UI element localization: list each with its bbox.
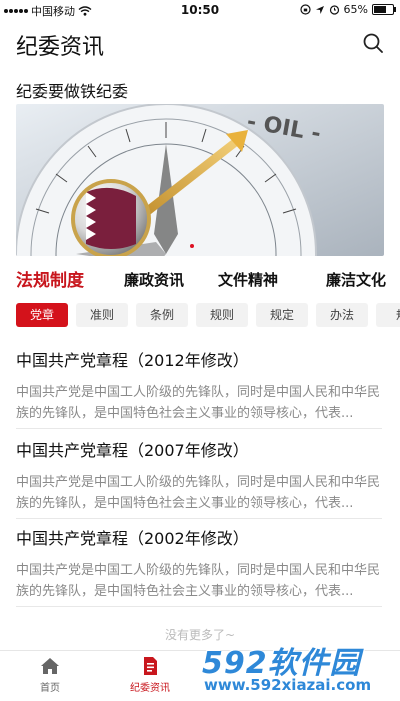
battery-percent: 65% [343, 3, 368, 16]
category-tab-3[interactable]: 廉洁文化 [326, 269, 386, 290]
category-nav: 法规制度 廉政资讯 文件精神 廉洁文化 [0, 266, 400, 296]
sub-tab-0[interactable]: 党章 [16, 303, 68, 327]
sub-tab-4[interactable]: 规定 [256, 303, 308, 327]
sub-tab-2[interactable]: 条例 [136, 303, 188, 327]
banner-image[interactable]: - OIL - [16, 104, 384, 256]
article-excerpt: 中国共产党是中国工人阶级的先锋队，同时是中国人民和中华民族的先锋队，是中国特色社… [16, 385, 381, 421]
watermark-url: www.592xiazai.com [204, 676, 372, 694]
page-title: 纪委资讯 [16, 35, 105, 60]
tab-home-label: 首页 [40, 683, 60, 694]
search-icon[interactable] [362, 32, 384, 54]
status-right: 65% [299, 3, 396, 16]
article-item[interactable]: 中国共产党章程（2007年修改） 中国共产党是中国工人阶级的先锋队，同时是中国人… [16, 440, 382, 519]
app-header: 纪委资讯 [0, 26, 400, 62]
article-excerpt: 中国共产党是中国工人阶级的先锋队，同时是中国人民和中华民族的先锋队，是中国特色社… [16, 475, 381, 511]
watermark: 592软件园 www.592xiazai.com [196, 638, 400, 700]
rotation-lock-icon [299, 4, 311, 15]
tab-home[interactable]: 首页 [10, 655, 90, 694]
sub-tab-6[interactable]: 规 [376, 303, 400, 327]
compass-illustration: - OIL - [16, 104, 384, 256]
sub-tab-1[interactable]: 准则 [76, 303, 128, 327]
tab-news-label: 纪委资讯 [130, 683, 170, 694]
alarm-icon [329, 5, 339, 15]
article-title: 中国共产党章程（2002年修改） [16, 529, 249, 548]
battery-icon [372, 4, 396, 15]
category-tab-2[interactable]: 文件精神 [218, 269, 278, 290]
article-title: 中国共产党章程（2012年修改） [16, 351, 249, 370]
category-tab-0[interactable]: 法规制度 [16, 266, 84, 291]
article-title: 中国共产党章程（2007年修改） [16, 441, 249, 460]
sub-tabs: 党章准则条例规则规定办法规 [16, 303, 400, 329]
document-icon [144, 657, 157, 675]
sub-tab-5[interactable]: 办法 [316, 303, 368, 327]
article-item[interactable]: 中国共产党章程（2012年修改） 中国共产党是中国工人阶级的先锋队，同时是中国人… [16, 350, 382, 429]
battery-fill [374, 6, 386, 13]
tab-news[interactable]: 纪委资讯 [110, 655, 190, 694]
section-title: 纪委要做铁纪委 [16, 82, 129, 101]
article-excerpt: 中国共产党是中国工人阶级的先锋队，同时是中国人民和中华民族的先锋队，是中国特色社… [16, 563, 381, 599]
sub-tab-3[interactable]: 规则 [196, 303, 248, 327]
category-tab-1[interactable]: 廉政资讯 [124, 269, 184, 290]
article-item[interactable]: 中国共产党章程（2002年修改） 中国共产党是中国工人阶级的先锋队，同时是中国人… [16, 528, 382, 607]
status-bar: 中国移动 10:50 65% [0, 0, 400, 20]
home-icon [41, 658, 59, 674]
location-icon [315, 5, 324, 14]
